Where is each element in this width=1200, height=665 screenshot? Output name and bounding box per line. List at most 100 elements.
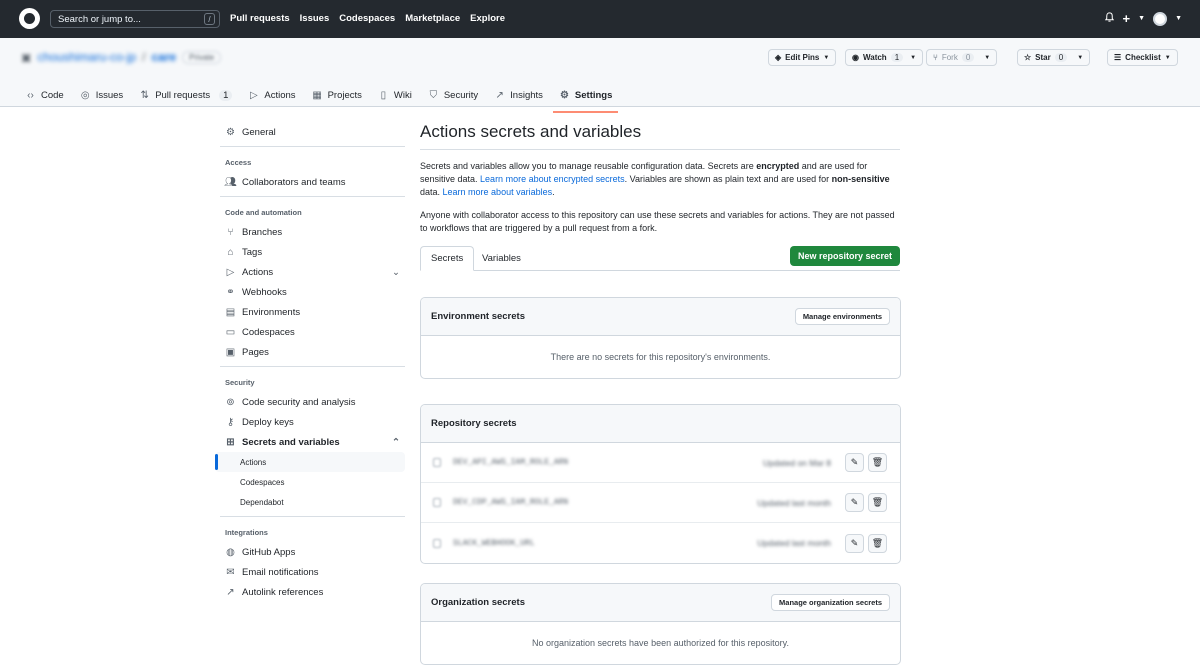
search-input[interactable]: Search or jump to... / [50,10,220,28]
tab-security[interactable]: ⛉ Security [428,83,479,107]
webhook-icon: ⚭ [226,286,235,298]
sidebar-item-webhooks[interactable]: ⚭ Webhooks [215,282,410,302]
sidebar-item-codespaces[interactable]: ▭ Codespaces [215,322,410,342]
pencil-icon[interactable]: ✎ [845,533,864,553]
sidebar-item-actions[interactable]: ▷ Actions ⌄ [215,262,410,282]
sidebar-item-code-security[interactable]: ⊚ Code security and analysis [215,392,410,412]
encrypted-secrets-link[interactable]: Learn more about encrypted secrets [480,174,625,184]
bell-icon[interactable] [1104,11,1115,26]
tab-pull-requests[interactable]: ⇅ Pull requests 1 [139,83,233,107]
nav-codespaces[interactable]: Codespaces [339,13,395,24]
tab-insights[interactable]: ↗ Insights [494,83,542,107]
description-paragraph: Secrets and variables allow you to manag… [420,160,900,199]
repo-name-link[interactable]: care [151,50,176,64]
chevron-down-icon: ⌄ [392,266,400,278]
chevron-up-icon: ⌃ [392,436,400,448]
secret-name: SLACK_WEBHOOK_URL [453,538,535,548]
lock-icon [433,458,441,467]
sidebar-heading-access: Access [225,157,252,167]
global-header: Search or jump to... / Pull requests Iss… [0,0,1200,38]
tab-variables[interactable]: Variables [472,246,531,271]
pull-request-icon: ⇅ [140,89,149,101]
fork-button[interactable]: ⑂ Fork 0 ▼ [926,49,998,66]
visibility-badge: Private [182,50,222,64]
secrets-tabs: Secrets Variables New repository secret [420,246,900,271]
box-title: Organization secrets [431,597,525,608]
tab-label: Wiki [393,89,412,101]
trash-icon[interactable]: 🗑︎ [868,453,887,472]
box-header: Environment secrets Manage environments [421,298,900,336]
sidebar-item-github-apps[interactable]: ◍ GitHub Apps [215,542,410,562]
tab-issues[interactable]: ◎ Issues [80,83,123,107]
plus-icon[interactable]: + [1123,11,1131,26]
sidebar-item-tags[interactable]: ⌂ Tags [215,242,410,262]
star-icon: ☆ [1024,53,1032,62]
link-external-icon: ↗ [226,586,235,598]
manage-organization-secrets-button[interactable]: Manage organization secrets [771,594,890,611]
sidebar-subitem-codespaces[interactable]: Codespaces [215,472,410,492]
sidebar-item-email-notifications[interactable]: ✉ Email notifications [215,562,410,582]
variables-link[interactable]: Learn more about variables [443,187,553,197]
sidebar-subitem-dependabot[interactable]: Dependabot [215,492,410,512]
tab-code[interactable]: ‹› Code [25,83,64,107]
gear-icon: ⚙ [226,126,235,138]
sidebar-item-collaborators[interactable]: 👥︎ Collaborators and teams [215,172,410,192]
sidebar-item-branches[interactable]: ⑂ Branches [215,222,410,242]
sidebar-item-label: Actions [242,266,274,278]
main-content: Actions secrets and variables Secrets an… [420,122,901,665]
checklist-button[interactable]: ☰ Checklist ▼ [1107,49,1178,66]
branch-icon: ⑂ [227,226,234,238]
box-title: Repository secrets [431,418,517,429]
tab-settings[interactable]: ⚙ Settings [552,83,619,113]
box-title: Environment secrets [431,311,525,322]
global-nav: Pull requests Issues Codespaces Marketpl… [230,13,515,24]
manage-environments-button[interactable]: Manage environments [794,308,890,325]
nav-marketplace[interactable]: Marketplace [405,13,460,24]
sidebar-item-secrets[interactable]: ⊞ Secrets and variables ⌃ [215,432,410,452]
people-icon: 👥︎ [224,176,237,188]
trash-icon[interactable]: 🗑︎ [868,493,887,512]
sidebar-item-pages[interactable]: ▣ Pages [215,342,410,362]
nav-issues[interactable]: Issues [300,13,330,24]
lock-icon [433,498,441,507]
sidebar-item-autolink[interactable]: ↗ Autolink references [215,582,410,602]
pencil-icon[interactable]: ✎ [845,453,864,472]
secret-name: DEV_CDP_AWS_IAM_ROLE_ARN [453,498,569,507]
checklist-label: Checklist [1125,53,1161,62]
sidebar-subitem-actions[interactable]: Actions [215,452,405,472]
watch-button[interactable]: ◉ Watch 1 ▼ [845,49,924,66]
star-button[interactable]: ☆ Star 0 ▼ [1017,49,1091,66]
chevron-down-icon: ▼ [1077,54,1084,61]
trash-icon[interactable]: 🗑︎ [868,533,887,553]
nav-explore[interactable]: Explore [470,13,505,24]
repo-owner-link[interactable]: choushimaru-co-jp [37,50,136,64]
tag-icon: ⌂ [227,246,234,258]
divider [220,196,405,197]
chevron-down-icon: ▼ [1164,54,1171,61]
tab-label: Projects [327,89,362,101]
tab-actions[interactable]: ▷ Actions [248,83,296,107]
new-repository-secret-button[interactable]: New repository secret [789,246,900,266]
pencil-icon[interactable]: ✎ [845,493,864,512]
text: Secrets and variables allow you to manag… [420,161,757,171]
sidebar-item-label: Collaborators and teams [242,176,346,188]
collaborator-note: Anyone with collaborator access to this … [420,210,895,233]
sidebar-item-general[interactable]: ⚙ General [215,122,410,142]
fork-icon: ⑂ [933,53,938,62]
tab-label: Actions [264,89,296,101]
github-logo-icon[interactable] [19,8,40,29]
tab-secrets[interactable]: Secrets [420,246,475,271]
avatar[interactable] [1153,11,1168,26]
tab-label: Pull requests [155,89,211,101]
sidebar-heading-code: Code and automation [225,207,302,217]
edit-pins-button[interactable]: ◈ Edit Pins ▼ [768,49,837,66]
nav-pull-requests[interactable]: Pull requests [230,13,290,24]
tab-projects[interactable]: ▦ Projects [312,83,362,107]
tab-label: Issues [95,89,124,101]
tab-wiki[interactable]: ▯ Wiki [378,83,412,107]
eye-icon: ◉ [852,53,859,62]
sidebar-item-environments[interactable]: ▤ Environments [215,302,410,322]
secret-updated: Updated last month [757,497,831,508]
sidebar-item-label: Code security and analysis [242,396,356,408]
sidebar-item-deploy-keys[interactable]: ⚷ Deploy keys [215,412,410,432]
